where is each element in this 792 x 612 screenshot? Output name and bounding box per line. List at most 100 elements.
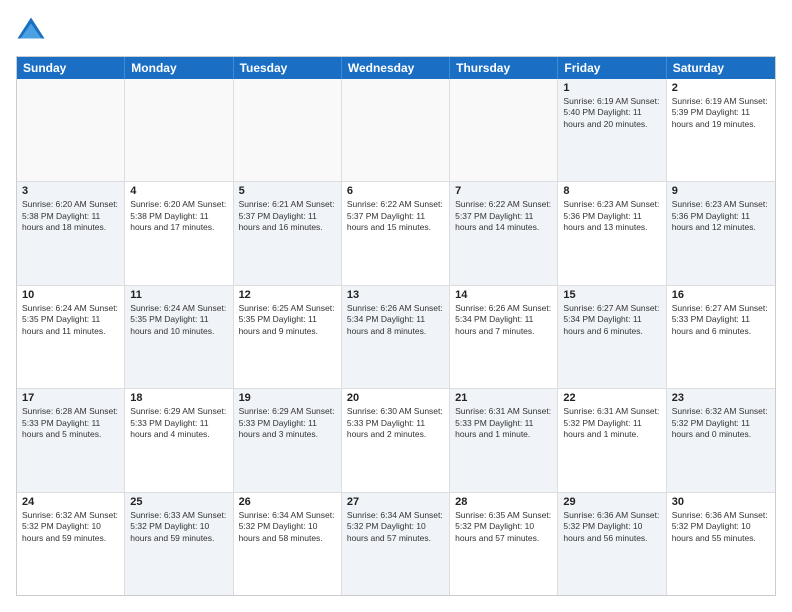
cell-info: Sunrise: 6:19 AM Sunset: 5:39 PM Dayligh…: [672, 96, 770, 130]
day-number: 11: [130, 289, 227, 301]
calendar-cell: 6 Sunrise: 6:22 AM Sunset: 5:37 PM Daylig…: [342, 182, 450, 284]
cell-info: Sunrise: 6:24 AM Sunset: 5:35 PM Dayligh…: [22, 303, 119, 337]
cell-info: Sunrise: 6:36 AM Sunset: 5:32 PM Dayligh…: [672, 510, 770, 544]
day-number: 21: [455, 392, 552, 404]
calendar-cell: 21 Sunrise: 6:31 AM Sunset: 5:33 PM Dayli…: [450, 389, 558, 491]
day-number: 12: [239, 289, 336, 301]
day-number: 29: [563, 496, 660, 508]
day-number: 30: [672, 496, 770, 508]
cell-info: Sunrise: 6:34 AM Sunset: 5:32 PM Dayligh…: [239, 510, 336, 544]
cell-info: Sunrise: 6:32 AM Sunset: 5:32 PM Dayligh…: [22, 510, 119, 544]
calendar-cell: 9 Sunrise: 6:23 AM Sunset: 5:36 PM Daylig…: [667, 182, 775, 284]
calendar-cell: 19 Sunrise: 6:29 AM Sunset: 5:33 PM Dayli…: [234, 389, 342, 491]
day-number: 19: [239, 392, 336, 404]
calendar-cell: 23 Sunrise: 6:32 AM Sunset: 5:32 PM Dayli…: [667, 389, 775, 491]
day-number: 16: [672, 289, 770, 301]
cell-info: Sunrise: 6:26 AM Sunset: 5:34 PM Dayligh…: [347, 303, 444, 337]
calendar-header-cell: Thursday: [450, 57, 558, 79]
cell-info: Sunrise: 6:23 AM Sunset: 5:36 PM Dayligh…: [672, 199, 770, 233]
calendar-cell: [125, 79, 233, 181]
day-number: 9: [672, 185, 770, 197]
day-number: 14: [455, 289, 552, 301]
cell-info: Sunrise: 6:27 AM Sunset: 5:34 PM Dayligh…: [563, 303, 660, 337]
calendar-body: 1Sunrise: 6:19 AM Sunset: 5:40 PM Daylig…: [17, 79, 775, 595]
calendar-cell: 1Sunrise: 6:19 AM Sunset: 5:40 PM Daylig…: [558, 79, 666, 181]
calendar-cell: 20 Sunrise: 6:30 AM Sunset: 5:33 PM Dayli…: [342, 389, 450, 491]
calendar-cell: 2 Sunrise: 6:19 AM Sunset: 5:39 PM Daylig…: [667, 79, 775, 181]
calendar-row: 17 Sunrise: 6:28 AM Sunset: 5:33 PM Dayli…: [17, 388, 775, 491]
calendar-cell: [342, 79, 450, 181]
day-number: 8: [563, 185, 660, 197]
logo: [16, 16, 50, 46]
cell-info: Sunrise: 6:27 AM Sunset: 5:33 PM Dayligh…: [672, 303, 770, 337]
calendar-header-row: SundayMondayTuesdayWednesdayThursdayFrid…: [17, 57, 775, 79]
calendar-cell: 22 Sunrise: 6:31 AM Sunset: 5:32 PM Dayli…: [558, 389, 666, 491]
cell-info: Sunrise: 6:29 AM Sunset: 5:33 PM Dayligh…: [239, 406, 336, 440]
cell-info: Sunrise: 6:22 AM Sunset: 5:37 PM Dayligh…: [347, 199, 444, 233]
cell-info: Sunrise: 6:20 AM Sunset: 5:38 PM Dayligh…: [130, 199, 227, 233]
calendar-cell: 25Sunrise: 6:33 AM Sunset: 5:32 PM Dayli…: [125, 493, 233, 595]
calendar-cell: 24 Sunrise: 6:32 AM Sunset: 5:32 PM Dayli…: [17, 493, 125, 595]
day-number: 27: [347, 496, 444, 508]
calendar-cell: 11 Sunrise: 6:24 AM Sunset: 5:35 PM Dayli…: [125, 286, 233, 388]
day-number: 23: [672, 392, 770, 404]
cell-info: Sunrise: 6:33 AM Sunset: 5:32 PM Dayligh…: [130, 510, 227, 544]
cell-info: Sunrise: 6:23 AM Sunset: 5:36 PM Dayligh…: [563, 199, 660, 233]
day-number: 15: [563, 289, 660, 301]
calendar-cell: 30 Sunrise: 6:36 AM Sunset: 5:32 PM Dayli…: [667, 493, 775, 595]
day-number: 22: [563, 392, 660, 404]
day-number: 20: [347, 392, 444, 404]
calendar-cell: 10Sunrise: 6:24 AM Sunset: 5:35 PM Dayli…: [17, 286, 125, 388]
calendar-cell: 5 Sunrise: 6:21 AM Sunset: 5:37 PM Daylig…: [234, 182, 342, 284]
calendar-cell: 28Sunrise: 6:35 AM Sunset: 5:32 PM Dayli…: [450, 493, 558, 595]
calendar-cell: 14 Sunrise: 6:26 AM Sunset: 5:34 PM Dayli…: [450, 286, 558, 388]
header: [16, 16, 776, 46]
calendar-cell: 15 Sunrise: 6:27 AM Sunset: 5:34 PM Dayli…: [558, 286, 666, 388]
day-number: 7: [455, 185, 552, 197]
calendar-cell: 7 Sunrise: 6:22 AM Sunset: 5:37 PM Daylig…: [450, 182, 558, 284]
calendar-header-cell: Monday: [125, 57, 233, 79]
day-number: 5: [239, 185, 336, 197]
day-number: 18: [130, 392, 227, 404]
day-number: 17: [22, 392, 119, 404]
cell-info: Sunrise: 6:24 AM Sunset: 5:35 PM Dayligh…: [130, 303, 227, 337]
calendar-row: 10Sunrise: 6:24 AM Sunset: 5:35 PM Dayli…: [17, 285, 775, 388]
calendar-header-cell: Friday: [558, 57, 666, 79]
day-number: 24: [22, 496, 119, 508]
cell-info: Sunrise: 6:30 AM Sunset: 5:33 PM Dayligh…: [347, 406, 444, 440]
cell-info: Sunrise: 6:31 AM Sunset: 5:33 PM Dayligh…: [455, 406, 552, 440]
cell-info: Sunrise: 6:32 AM Sunset: 5:32 PM Dayligh…: [672, 406, 770, 440]
calendar-cell: 29Sunrise: 6:36 AM Sunset: 5:32 PM Dayli…: [558, 493, 666, 595]
cell-info: Sunrise: 6:26 AM Sunset: 5:34 PM Dayligh…: [455, 303, 552, 337]
calendar-header-cell: Wednesday: [342, 57, 450, 79]
cell-info: Sunrise: 6:35 AM Sunset: 5:32 PM Dayligh…: [455, 510, 552, 544]
calendar-header-cell: Saturday: [667, 57, 775, 79]
cell-info: Sunrise: 6:20 AM Sunset: 5:38 PM Dayligh…: [22, 199, 119, 233]
calendar: SundayMondayTuesdayWednesdayThursdayFrid…: [16, 56, 776, 596]
calendar-cell: 16 Sunrise: 6:27 AM Sunset: 5:33 PM Dayli…: [667, 286, 775, 388]
day-number: 6: [347, 185, 444, 197]
cell-info: Sunrise: 6:22 AM Sunset: 5:37 PM Dayligh…: [455, 199, 552, 233]
calendar-cell: 12 Sunrise: 6:25 AM Sunset: 5:35 PM Dayli…: [234, 286, 342, 388]
calendar-cell: 17 Sunrise: 6:28 AM Sunset: 5:33 PM Dayli…: [17, 389, 125, 491]
calendar-cell: 8 Sunrise: 6:23 AM Sunset: 5:36 PM Daylig…: [558, 182, 666, 284]
day-number: 2: [672, 82, 770, 94]
day-number: 4: [130, 185, 227, 197]
calendar-cell: 13 Sunrise: 6:26 AM Sunset: 5:34 PM Dayli…: [342, 286, 450, 388]
cell-info: Sunrise: 6:21 AM Sunset: 5:37 PM Dayligh…: [239, 199, 336, 233]
calendar-header-cell: Sunday: [17, 57, 125, 79]
cell-info: Sunrise: 6:31 AM Sunset: 5:32 PM Dayligh…: [563, 406, 660, 440]
cell-info: Sunrise: 6:28 AM Sunset: 5:33 PM Dayligh…: [22, 406, 119, 440]
calendar-cell: 18 Sunrise: 6:29 AM Sunset: 5:33 PM Dayli…: [125, 389, 233, 491]
calendar-row: 1Sunrise: 6:19 AM Sunset: 5:40 PM Daylig…: [17, 79, 775, 181]
day-number: 26: [239, 496, 336, 508]
cell-info: Sunrise: 6:34 AM Sunset: 5:32 PM Dayligh…: [347, 510, 444, 544]
calendar-row: 24 Sunrise: 6:32 AM Sunset: 5:32 PM Dayli…: [17, 492, 775, 595]
calendar-cell: 26 Sunrise: 6:34 AM Sunset: 5:32 PM Dayli…: [234, 493, 342, 595]
day-number: 13: [347, 289, 444, 301]
calendar-cell: [234, 79, 342, 181]
calendar-cell: 4 Sunrise: 6:20 AM Sunset: 5:38 PM Daylig…: [125, 182, 233, 284]
cell-info: Sunrise: 6:29 AM Sunset: 5:33 PM Dayligh…: [130, 406, 227, 440]
calendar-cell: 3Sunrise: 6:20 AM Sunset: 5:38 PM Daylig…: [17, 182, 125, 284]
cell-info: Sunrise: 6:25 AM Sunset: 5:35 PM Dayligh…: [239, 303, 336, 337]
